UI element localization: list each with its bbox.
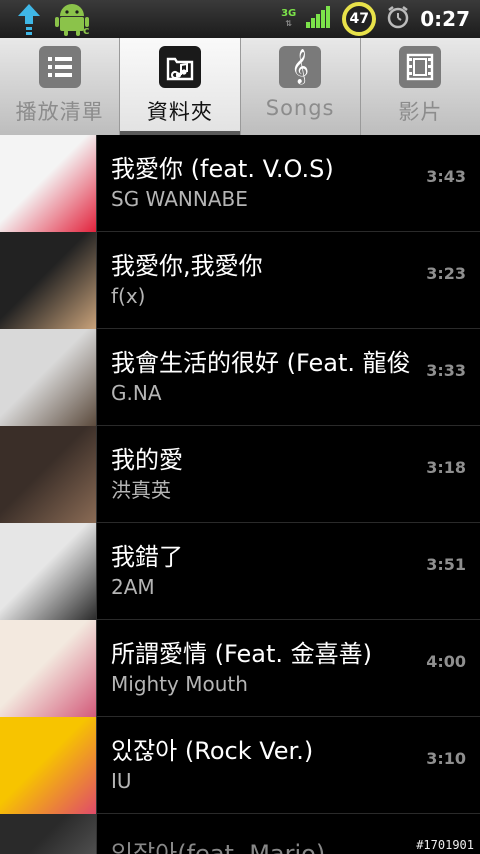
tab-label: 播放清單	[15, 100, 104, 124]
song-artist: SG WANNABE	[111, 187, 248, 211]
album-art	[0, 619, 97, 717]
song-duration: 3:51	[426, 555, 466, 574]
status-bar: c 3G ⇅ 47 0:27	[0, 0, 480, 38]
song-title: 我的愛	[111, 446, 183, 474]
album-art	[0, 813, 97, 854]
tab-label: Songs	[265, 96, 335, 120]
song-title: 있잖아 (Rock Ver.)	[111, 737, 314, 765]
song-info: 我愛你 (feat. V.O.S) SG WANNABE	[97, 154, 420, 212]
song-duration: 3:33	[426, 361, 466, 380]
film-icon	[399, 46, 442, 88]
song-list[interactable]: 我愛你 (feat. V.O.S) SG WANNABE 3:43 我愛你,我愛…	[0, 135, 480, 854]
song-duration: 4:00	[426, 652, 466, 671]
alarm-clock-icon	[386, 5, 410, 33]
song-artist: f(x)	[111, 284, 146, 308]
album-art	[0, 135, 97, 232]
tab-bar: 播放清單 資料夾 𝄞 Songs 影片	[0, 38, 480, 135]
album-art	[0, 425, 97, 523]
song-artist: 2AM	[111, 575, 155, 599]
song-duration: 3:43	[426, 167, 466, 186]
usb-icon	[16, 2, 42, 36]
song-title: 我愛你 (feat. V.O.S)	[111, 155, 334, 183]
tab-playlists[interactable]: 播放清單	[0, 38, 121, 135]
album-art	[0, 522, 97, 620]
song-title: 我愛你,我愛你	[111, 252, 263, 280]
song-row[interactable]: 所謂愛情 (Feat. 金喜善) Mighty Mouth 4:00	[0, 619, 480, 717]
album-art	[0, 328, 97, 426]
song-row[interactable]: 我愛你,我愛你 f(x) 3:23	[0, 231, 480, 329]
battery-indicator: 47	[342, 2, 377, 36]
album-art	[0, 231, 97, 329]
song-row[interactable]: 있잖아 (Rock Ver.) IU 3:10	[0, 716, 480, 814]
treble-clef-icon: 𝄞	[279, 46, 322, 88]
song-info: 我愛你,我愛你 f(x)	[97, 251, 420, 309]
song-duration: 3:18	[426, 458, 466, 477]
folder-music-icon	[158, 46, 201, 88]
tab-videos[interactable]: 影片	[360, 38, 480, 135]
song-info: 所謂愛情 (Feat. 金喜善) Mighty Mouth	[97, 639, 420, 697]
song-info: 我的愛 洪真英	[97, 445, 420, 503]
tab-label: 資料夾	[146, 100, 213, 124]
song-artist: IU	[111, 769, 132, 793]
song-row[interactable]: 我錯了 2AM 3:51	[0, 522, 480, 620]
song-duration: 3:23	[426, 264, 466, 283]
song-title: 我會生活的很好 (Feat. 龍俊	[111, 349, 411, 377]
song-row[interactable]: 我愛你 (feat. V.O.S) SG WANNABE 3:43	[0, 135, 480, 232]
song-duration: 3:10	[426, 749, 466, 768]
clock: 0:27	[420, 7, 470, 31]
song-info: 있잖아 (Rock Ver.) IU	[97, 736, 420, 794]
song-artist: Mighty Mouth	[111, 672, 248, 696]
playlist-icon	[38, 46, 81, 88]
song-info: 我錯了 2AM	[97, 542, 420, 600]
song-title: 所謂愛情 (Feat. 金喜善)	[111, 640, 372, 668]
song-row[interactable]: 있잖아(feat. Mario)	[0, 813, 480, 854]
song-info: 我會生活的很好 (Feat. 龍俊 G.NA	[97, 348, 420, 406]
tab-label: 影片	[398, 100, 443, 124]
android-icon: c	[52, 2, 92, 36]
tab-folders[interactable]: 資料夾	[120, 38, 241, 135]
album-art	[0, 716, 97, 814]
song-row[interactable]: 我會生活的很好 (Feat. 龍俊 G.NA 3:33	[0, 328, 480, 426]
tab-songs[interactable]: 𝄞 Songs	[240, 38, 361, 135]
song-title: 我錯了	[111, 543, 183, 571]
data-arrows-icon: ⇅	[285, 19, 293, 28]
network-type-indicator: 3G ⇅	[281, 8, 297, 29]
song-artist: G.NA	[111, 381, 162, 405]
watermark: #1701901	[416, 838, 474, 852]
song-row[interactable]: 我的愛 洪真英 3:18	[0, 425, 480, 523]
song-artist: 洪真英	[111, 478, 171, 502]
signal-strength-icon	[306, 6, 332, 32]
svg-text:c: c	[83, 24, 90, 36]
